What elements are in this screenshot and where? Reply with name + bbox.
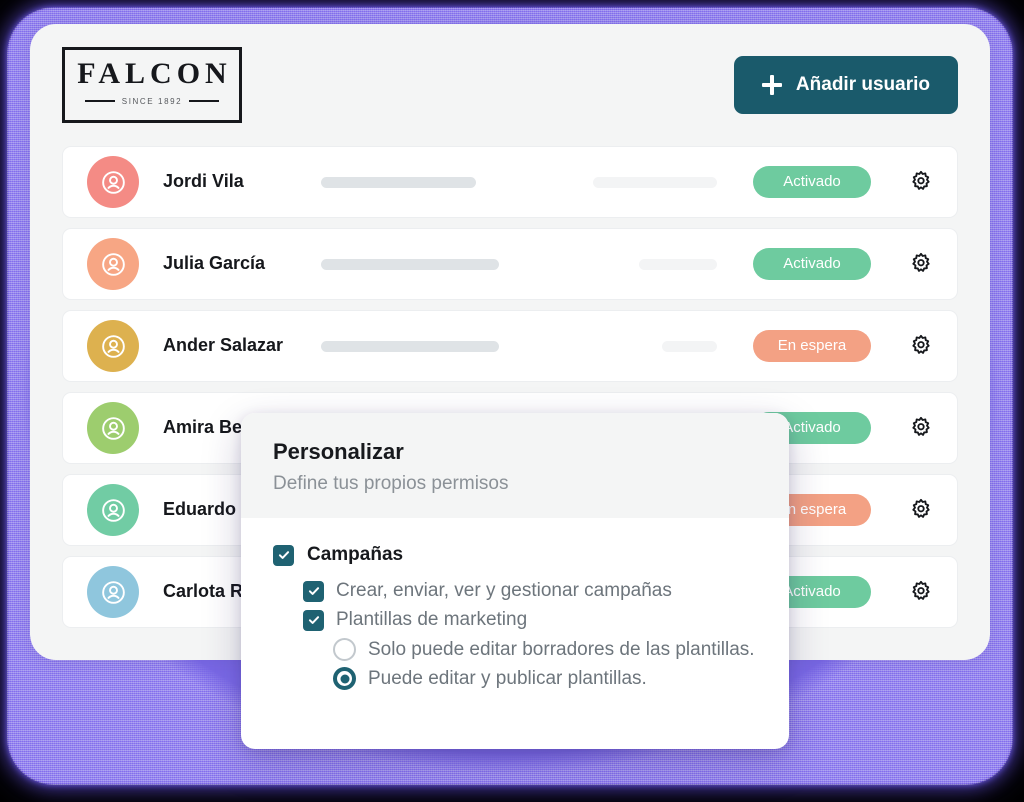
checkbox-checked-icon[interactable] — [303, 609, 324, 631]
permission-option-label: Solo puede editar borradores de las plan… — [368, 638, 755, 660]
user-row[interactable]: Julia García Activado — [62, 228, 958, 300]
permission-option-label: Plantillas de marketing — [336, 609, 528, 630]
permission-option-label: Puede editar y publicar plantillas. — [368, 667, 647, 689]
placeholder-bar-primary — [321, 340, 499, 352]
avatar — [87, 402, 139, 454]
avatar — [87, 238, 139, 290]
checkbox-checked-icon[interactable] — [303, 580, 324, 602]
permissions-modal-subtitle: Define tus propios permisos — [273, 472, 509, 494]
gear-icon[interactable] — [907, 496, 935, 524]
permissions-modal-body: Campañas Crear, enviar, ver y gestionar c… — [241, 518, 789, 690]
permission-checkbox-option[interactable]: Crear, enviar, ver y gestionar campañas — [303, 580, 757, 602]
permissions-modal: Personalizar Define tus propios permisos… — [241, 413, 789, 749]
checkbox-checked-icon[interactable] — [273, 544, 294, 566]
permissions-modal-header: Personalizar Define tus propios permisos — [241, 413, 789, 518]
gear-icon[interactable] — [907, 414, 935, 442]
logo-rule-left — [85, 100, 115, 103]
falcon-logo: FALCON SINCE 1892 — [62, 47, 242, 123]
gear-icon[interactable] — [907, 578, 935, 606]
user-row[interactable]: Jordi Vila Activado — [62, 146, 958, 218]
gear-icon[interactable] — [907, 250, 935, 278]
avatar — [87, 566, 139, 618]
placeholder-bar-primary — [321, 176, 476, 188]
screenshot-stage: FALCON SINCE 1892 Añadir usuario Jordi V… — [0, 0, 1024, 802]
placeholder-bar-secondary-slot — [639, 258, 753, 270]
gear-icon[interactable] — [907, 332, 935, 360]
avatar — [87, 156, 139, 208]
status-badge: Activado — [753, 166, 871, 198]
logo-tagline: SINCE 1892 — [121, 96, 183, 106]
logo-rule-right — [189, 100, 219, 103]
radio-unselected-icon[interactable] — [333, 638, 356, 661]
placeholder-bar-secondary-slot — [662, 340, 753, 352]
logo-wordmark: FALCON — [77, 57, 232, 91]
user-row[interactable]: Ander Salazar En espera — [62, 310, 958, 382]
permission-radio-option[interactable]: Solo puede editar borradores de las plan… — [333, 638, 757, 661]
permission-option-label: Crear, enviar, ver y gestionar campañas — [336, 580, 672, 601]
permission-group-label: Campañas — [307, 544, 404, 565]
placeholder-bars — [321, 258, 753, 270]
user-name: Julia García — [163, 253, 266, 274]
app-header: FALCON SINCE 1892 Añadir usuario — [30, 24, 990, 146]
logo-tagline-row: SINCE 1892 — [85, 97, 219, 106]
user-name: Jordi Vila — [163, 171, 244, 192]
permission-checkbox-option[interactable]: Plantillas de marketing — [303, 609, 757, 631]
placeholder-bar-primary — [321, 258, 499, 270]
permissions-modal-title: Personalizar — [273, 439, 404, 464]
avatar — [87, 484, 139, 536]
avatar — [87, 320, 139, 372]
permission-group[interactable]: Campañas — [273, 544, 757, 566]
plus-icon — [761, 75, 782, 95]
add-user-button-label: Añadir usuario — [795, 74, 930, 95]
permission-radio-option[interactable]: Puede editar y publicar plantillas. — [333, 667, 757, 690]
status-badge: Activado — [753, 248, 871, 280]
status-badge: En espera — [753, 330, 871, 362]
placeholder-bar-secondary — [662, 340, 717, 352]
placeholder-bars — [321, 176, 753, 188]
gear-icon[interactable] — [907, 168, 935, 196]
radio-selected-icon[interactable] — [333, 667, 356, 690]
placeholder-bar-secondary-slot — [593, 176, 753, 188]
user-name: Ander Salazar — [163, 335, 284, 356]
placeholder-bar-secondary — [593, 176, 717, 188]
placeholder-bar-secondary — [639, 258, 717, 270]
placeholder-bars — [321, 340, 753, 352]
add-user-button[interactable]: Añadir usuario — [733, 56, 958, 114]
